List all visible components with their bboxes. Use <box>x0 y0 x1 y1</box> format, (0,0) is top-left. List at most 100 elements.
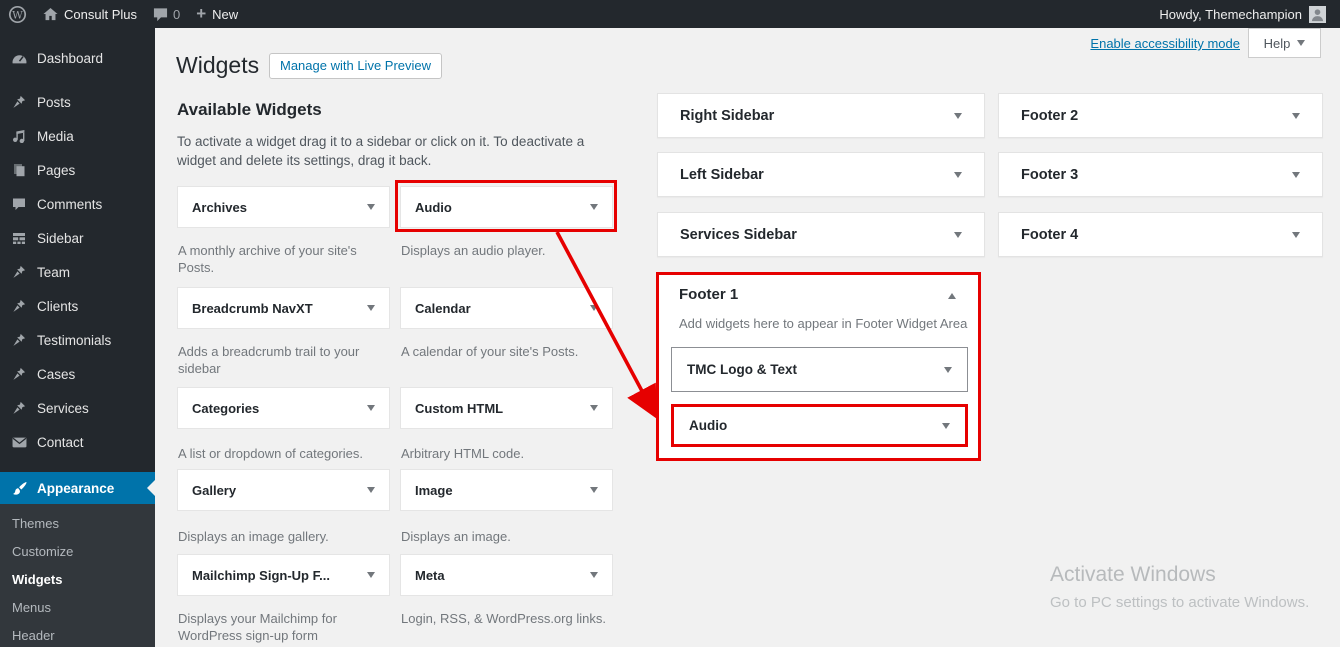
footer1-widget-tmc-logo-text[interactable]: TMC Logo & Text <box>671 347 968 392</box>
pushpin-icon <box>10 93 28 111</box>
sidebar-item-cases[interactable]: Cases <box>0 357 155 391</box>
chevron-down-icon[interactable] <box>954 112 962 119</box>
submenu-item-menus[interactable]: Menus <box>0 594 155 622</box>
sidebar-item-testimonials[interactable]: Testimonials <box>0 323 155 357</box>
new-content-menu[interactable]: + New <box>188 0 246 28</box>
chevron-down-icon[interactable] <box>1292 112 1300 119</box>
widget-area-name: Footer 4 <box>1021 226 1079 243</box>
sidebar-item-pages[interactable]: Pages <box>0 153 155 187</box>
widget-card-breadcrumb-navxt[interactable]: Breadcrumb NavXT <box>177 287 390 329</box>
chevron-down-icon[interactable] <box>590 487 598 493</box>
widget-area-description: Add widgets here to appear in Footer Wid… <box>679 316 968 331</box>
widget-area-footer-3[interactable]: Footer 3 <box>998 152 1323 197</box>
submenu-item-themes[interactable]: Themes <box>0 510 155 538</box>
sidebar-item-comments[interactable]: Comments <box>0 187 155 221</box>
chevron-down-icon[interactable] <box>590 305 598 311</box>
sidebar-item-dashboard[interactable]: Dashboard <box>0 41 155 75</box>
widget-card-categories[interactable]: Categories <box>177 387 390 429</box>
widget-card-meta[interactable]: Meta <box>400 554 613 596</box>
sidebar-item-posts[interactable]: Posts <box>0 85 155 119</box>
widget-desc: Displays your Mailchimp for WordPress si… <box>178 611 337 643</box>
widget-card-mailchimp[interactable]: Mailchimp Sign-Up F... <box>177 554 390 596</box>
widget-name: Image <box>415 482 453 498</box>
sidebar-item-label: Testimonials <box>37 332 112 348</box>
chevron-up-icon[interactable] <box>948 293 956 299</box>
sidebar-item-sidebar[interactable]: Sidebar <box>0 221 155 255</box>
footer1-widget-audio[interactable]: Audio <box>671 404 968 447</box>
widget-card-calendar[interactable]: Calendar <box>400 287 613 329</box>
widget-desc: Displays an image gallery. <box>178 529 329 544</box>
submenu-item-header[interactable]: Header <box>0 622 155 647</box>
widget-card-custom-html[interactable]: Custom HTML <box>400 387 613 429</box>
widget-name: Audio <box>415 199 452 215</box>
sidebar-item-contact[interactable]: Contact <box>0 425 155 459</box>
pushpin-icon <box>10 399 28 417</box>
chevron-down-icon[interactable] <box>944 366 952 373</box>
widget-area-footer-1-expanded[interactable]: Footer 1 Add widgets here to appear in F… <box>656 272 981 461</box>
chevron-down-icon[interactable] <box>367 572 375 578</box>
wordpress-logo-icon: W <box>8 5 27 24</box>
widget-area-name: Footer 1 <box>679 286 739 303</box>
chevron-down-icon[interactable] <box>1292 231 1300 238</box>
help-dropdown[interactable]: Help <box>1248 28 1321 58</box>
chevron-down-icon[interactable] <box>367 305 375 311</box>
manage-live-preview-button[interactable]: Manage with Live Preview <box>269 53 443 79</box>
visit-site-link[interactable]: Consult Plus <box>35 0 145 28</box>
chevron-down-icon[interactable] <box>590 204 598 210</box>
sidebar-item-label: Clients <box>37 298 79 314</box>
widget-area-name: Services Sidebar <box>680 226 797 243</box>
widget-area-footer-4[interactable]: Footer 4 <box>998 212 1323 257</box>
help-label: Help <box>1263 35 1291 51</box>
sidebar-item-label: Services <box>37 400 89 416</box>
my-account-menu[interactable]: Howdy, Themechampion <box>1145 0 1334 28</box>
pushpin-icon <box>10 263 28 281</box>
chevron-down-icon[interactable] <box>954 231 962 238</box>
dashboard-icon <box>10 49 28 67</box>
plus-icon: + <box>196 4 207 23</box>
wordpress-logo-menu[interactable]: W <box>0 0 35 28</box>
submenu-item-widgets[interactable]: Widgets <box>0 566 155 594</box>
widget-desc: Login, RSS, & WordPress.org links. <box>401 611 606 626</box>
avatar <box>1309 5 1326 23</box>
widget-area-services-sidebar[interactable]: Services Sidebar <box>657 212 985 257</box>
active-menu-arrow <box>147 480 155 496</box>
sidebar-item-media[interactable]: Media <box>0 119 155 153</box>
widget-area-name: Footer 3 <box>1021 166 1079 183</box>
chevron-down-icon[interactable] <box>942 422 950 429</box>
sidebar-item-label: Appearance <box>37 480 115 496</box>
sidebar-item-label: Posts <box>37 94 71 110</box>
widget-card-audio[interactable]: Audio <box>400 186 613 228</box>
widget-area-name: Footer 2 <box>1021 107 1079 124</box>
widget-name: Breadcrumb NavXT <box>192 300 313 316</box>
sidebar-item-clients[interactable]: Clients <box>0 289 155 323</box>
widget-card-gallery[interactable]: Gallery <box>177 469 390 511</box>
site-name: Consult Plus <box>64 6 137 22</box>
submenu-item-customize[interactable]: Customize <box>0 538 155 566</box>
comments-menu[interactable]: 0 <box>145 0 188 28</box>
chevron-down-icon[interactable] <box>590 405 598 411</box>
chevron-down-icon[interactable] <box>954 171 962 178</box>
accessibility-mode-link[interactable]: Enable accessibility mode <box>1090 36 1240 51</box>
comments-count: 0 <box>172 6 181 22</box>
main-content: Widgets Manage with Live Preview Enable … <box>155 28 1340 647</box>
available-widgets-heading: Available Widgets <box>177 100 322 119</box>
chevron-down-icon[interactable] <box>367 487 375 493</box>
sidebar-item-label: Dashboard <box>37 50 104 66</box>
chevron-down-icon[interactable] <box>1292 171 1300 178</box>
widget-name: Mailchimp Sign-Up F... <box>192 567 330 583</box>
chevron-down-icon[interactable] <box>367 405 375 411</box>
widget-area-left-sidebar[interactable]: Left Sidebar <box>657 152 985 197</box>
sidebar-item-team[interactable]: Team <box>0 255 155 289</box>
chevron-down-icon[interactable] <box>367 204 375 210</box>
widget-area-right-sidebar[interactable]: Right Sidebar <box>657 93 985 138</box>
widget-card-archives[interactable]: Archives <box>177 186 390 228</box>
widget-card-image[interactable]: Image <box>400 469 613 511</box>
widget-name: Archives <box>192 199 247 215</box>
sidebar-item-services[interactable]: Services <box>0 391 155 425</box>
chevron-down-icon[interactable] <box>590 572 598 578</box>
widget-name: Audio <box>689 418 728 433</box>
sidebar-item-appearance[interactable]: Appearance <box>0 472 155 504</box>
widget-desc: A calendar of your site's Posts. <box>401 344 579 359</box>
widget-area-footer-2[interactable]: Footer 2 <box>998 93 1323 138</box>
available-widgets-description: To activate a widget drag it to a sideba… <box>177 134 585 168</box>
